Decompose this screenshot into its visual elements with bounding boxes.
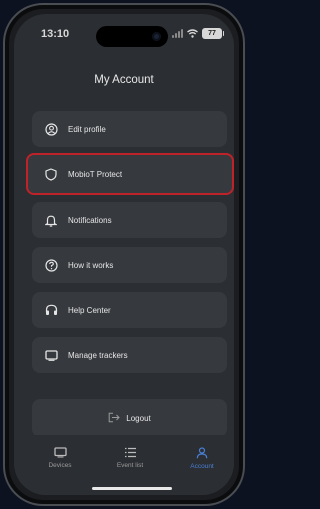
logout-icon — [108, 412, 120, 425]
tab-event-list[interactable]: Event list — [100, 447, 160, 469]
page-title: My Account — [94, 74, 154, 86]
menu-item-notifications[interactable]: Notifications — [32, 202, 227, 238]
question-icon — [44, 258, 58, 272]
tracker-icon — [44, 348, 58, 362]
status-bar: 13:10 77 — [14, 14, 234, 54]
menu-item-mobiot-protect[interactable]: MobioT Protect — [26, 153, 234, 195]
menu-item-label: Manage trackers — [68, 350, 128, 360]
list-icon — [124, 447, 136, 458]
battery-level: 77 — [208, 30, 216, 37]
tab-label: Event list — [116, 462, 144, 469]
camera-icon — [152, 32, 161, 41]
home-indicator[interactable] — [92, 487, 172, 490]
menu-item-edit-profile[interactable]: Edit profile — [32, 111, 227, 147]
menu-item-label: MobioT Protect — [68, 169, 123, 179]
tab-account[interactable]: Account — [172, 447, 232, 470]
menu-item-how-it-works[interactable]: How it works — [32, 247, 227, 283]
menu-item-label: Edit profile — [68, 124, 106, 134]
tab-label: Devices — [48, 462, 72, 469]
logout-button[interactable]: Logout — [32, 399, 227, 437]
menu-item-help-center[interactable]: Help Center — [32, 292, 227, 328]
signal-icon — [172, 29, 183, 38]
menu-item-label: Notifications — [68, 215, 112, 225]
dynamic-island — [96, 26, 168, 47]
logout-label: Logout — [126, 413, 151, 423]
tab-label: Account — [190, 463, 214, 470]
tab-bar: Devices Event list Account — [14, 435, 234, 495]
status-time: 13:10 — [41, 28, 70, 40]
phone-frame: 13:10 77 My Account Edit profile MobioT … — [3, 3, 245, 506]
headphones-icon — [44, 303, 58, 317]
bell-icon — [44, 213, 58, 227]
wifi-icon — [187, 29, 198, 38]
shield-icon — [44, 167, 58, 181]
menu-item-manage-trackers[interactable]: Manage trackers — [32, 337, 227, 373]
app-screen: 13:10 77 My Account Edit profile MobioT … — [14, 14, 234, 495]
status-icons: 77 — [172, 28, 224, 39]
user-circle-icon — [44, 122, 58, 136]
devices-icon — [53, 447, 67, 458]
tab-devices[interactable]: Devices — [30, 447, 90, 469]
menu-item-label: Help Center — [68, 305, 111, 315]
user-icon — [196, 447, 208, 459]
menu-item-label: How it works — [68, 260, 114, 270]
battery-icon: 77 — [202, 28, 224, 39]
